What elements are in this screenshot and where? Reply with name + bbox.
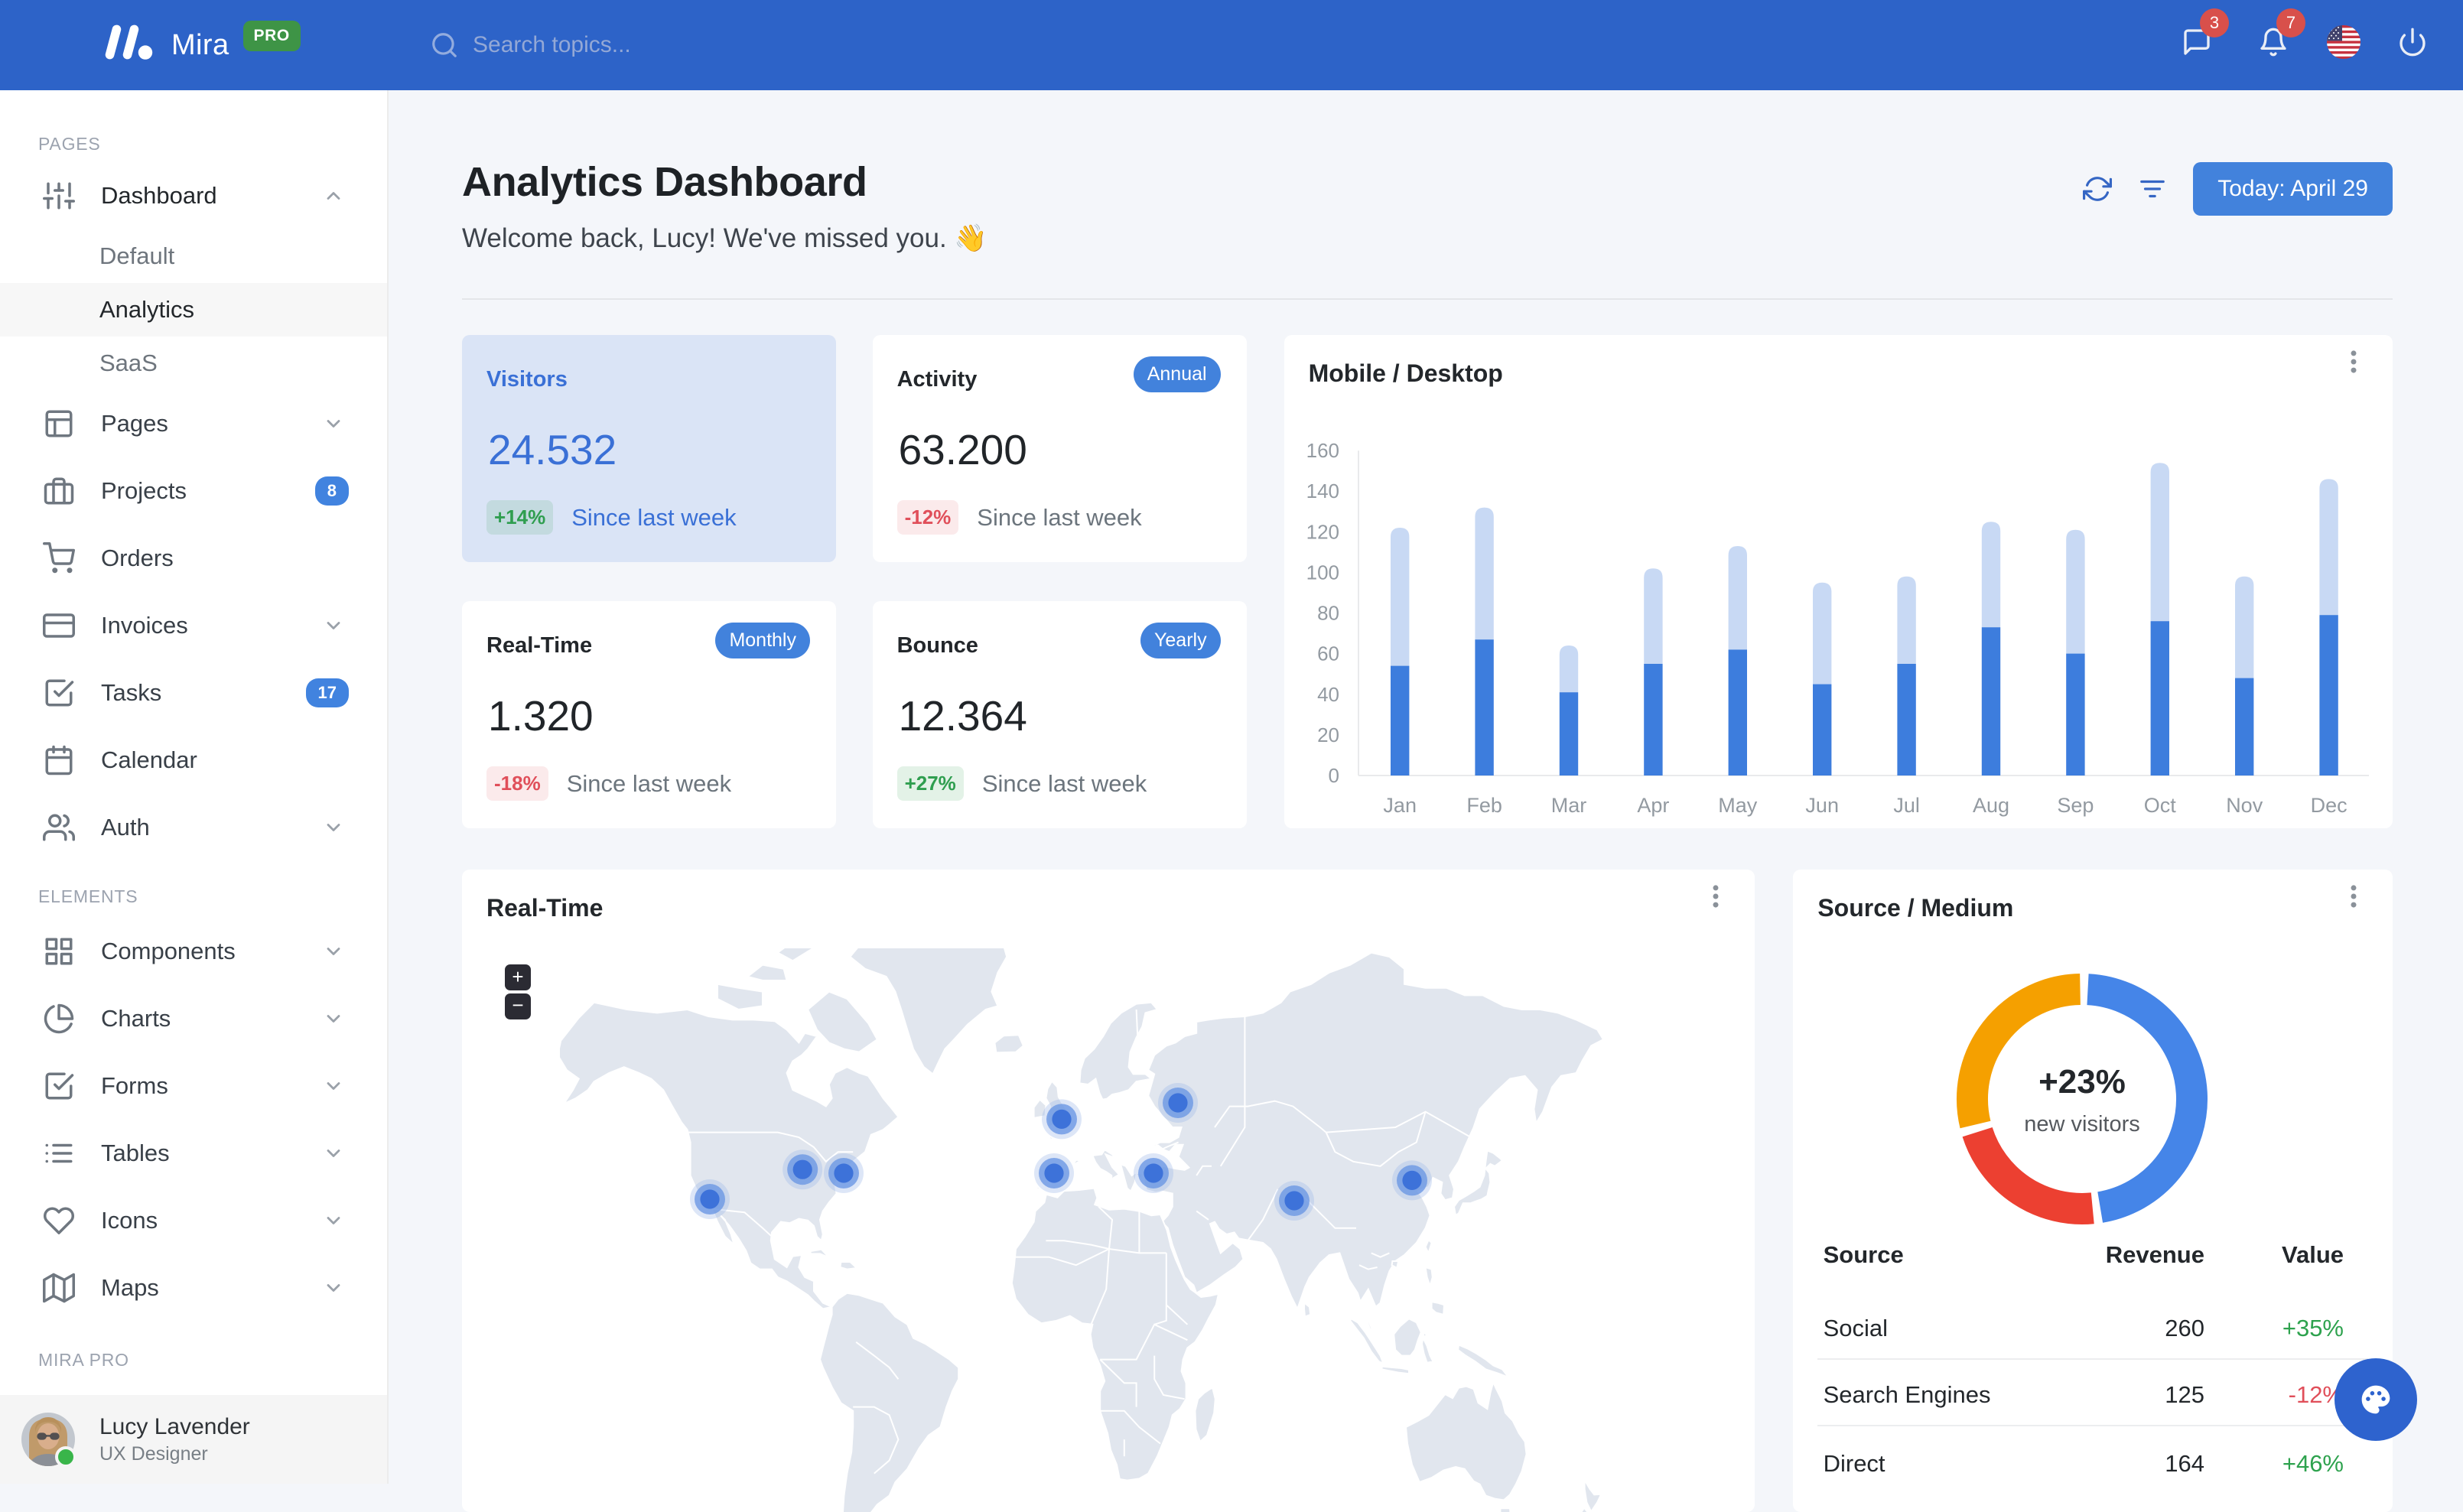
svg-text:May: May — [1718, 794, 1758, 817]
svg-text:Social: Social — [1824, 1315, 1888, 1341]
svg-text:260: 260 — [2165, 1315, 2205, 1341]
svg-text:Jun: Jun — [1805, 794, 1839, 817]
svg-text:Mar: Mar — [1550, 794, 1586, 817]
svg-text:140: 140 — [1306, 480, 1339, 502]
svg-text:Direct: Direct — [1824, 1450, 1885, 1477]
svg-text:125: 125 — [2165, 1381, 2205, 1408]
svg-text:100: 100 — [1306, 561, 1339, 584]
svg-text:Oct: Oct — [2143, 794, 2176, 817]
svg-text:40: 40 — [1317, 683, 1339, 706]
svg-text:Source: Source — [1824, 1241, 1904, 1268]
svg-text:+46%: +46% — [2282, 1450, 2344, 1477]
svg-text:0: 0 — [1328, 764, 1339, 787]
svg-text:Revenue: Revenue — [2106, 1241, 2204, 1268]
svg-text:164: 164 — [2165, 1450, 2205, 1477]
svg-text:60: 60 — [1317, 642, 1339, 665]
svg-text:160: 160 — [1306, 439, 1339, 462]
svg-text:20: 20 — [1317, 723, 1339, 746]
svg-text:+35%: +35% — [2282, 1315, 2344, 1341]
svg-text:Value: Value — [2282, 1241, 2344, 1268]
svg-text:Dec: Dec — [2310, 794, 2347, 817]
svg-text:Apr: Apr — [1637, 794, 1669, 817]
svg-text:Feb: Feb — [1466, 794, 1502, 817]
svg-text:Jul: Jul — [1893, 794, 1920, 817]
svg-text:Nov: Nov — [2226, 794, 2263, 817]
svg-text:Sep: Sep — [2057, 794, 2094, 817]
svg-text:Search Engines: Search Engines — [1824, 1381, 1991, 1408]
svg-text:120: 120 — [1306, 520, 1339, 543]
svg-text:Aug: Aug — [1973, 794, 2009, 817]
svg-text:Jan: Jan — [1383, 794, 1417, 817]
svg-text:80: 80 — [1317, 602, 1339, 625]
